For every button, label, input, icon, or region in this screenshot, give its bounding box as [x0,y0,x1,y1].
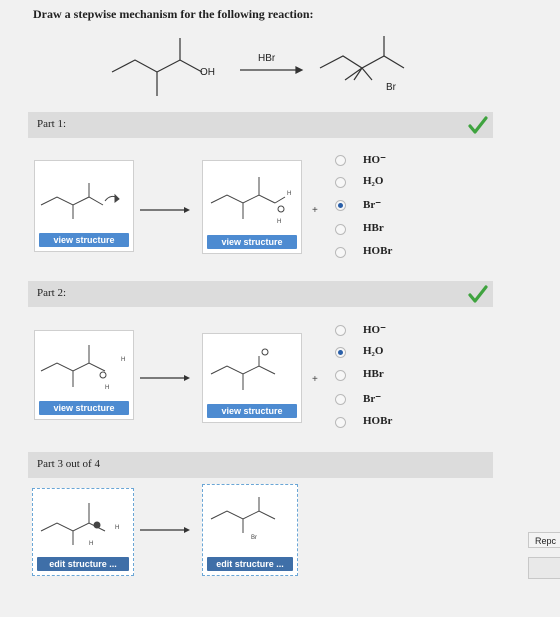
part-1-label: Part 1: [37,118,67,130]
page: Draw a stepwise mechanism for the follow… [0,0,560,617]
radio-button[interactable] [335,394,346,405]
svg-text:H: H [277,219,281,225]
option-h2o[interactable]: H₂O [335,174,415,196]
edit-structure-button[interactable]: edit structure ... [37,557,129,571]
radio-button[interactable] [335,417,346,428]
reactant-oh-label: OH [200,67,215,78]
part-3-structure-1[interactable]: H H edit structure ... [32,488,134,576]
view-structure-button[interactable]: view structure [207,235,297,249]
part-2-header: Part 2: [28,281,493,307]
radio-button[interactable] [335,224,346,235]
radio-button[interactable] [335,370,346,381]
view-structure-button[interactable]: view structure [39,401,129,415]
structure-drawing: H H [40,345,125,391]
structure-drawing: Br [210,497,276,541]
part-3-header: Part 3 out of 4 [28,452,493,478]
plus-sign: + [312,374,318,385]
part-3-structure-2[interactable]: Br edit structure ... [202,484,298,576]
question-title: Draw a stepwise mechanism for the follow… [33,7,314,21]
view-structure-button[interactable]: view structure [207,404,297,418]
reaction-scheme: OH HBr Br [111,36,405,96]
option-ho[interactable]: HO⁻ [335,322,415,344]
svg-text:H: H [287,191,291,197]
radio-button[interactable] [335,247,346,258]
part-2-structure-1[interactable]: H H view structure [34,330,134,420]
svg-text:Br: Br [251,535,257,541]
check-icon [468,285,488,303]
option-br[interactable]: Br⁻ [335,391,415,413]
radio-button-selected[interactable] [335,200,346,211]
edit-structure-button[interactable]: edit structure ... [207,557,293,571]
check-icon [468,116,488,134]
svg-text:H: H [115,525,119,531]
radio-button-selected[interactable] [335,347,346,358]
structure-drawing [40,183,120,219]
option-h2o[interactable]: H₂O [335,344,415,366]
structure-drawing: H H [40,503,119,547]
structure-drawing: H H [210,177,291,225]
side-panel-button[interactable] [528,557,560,579]
report-button[interactable]: Repc [528,532,560,548]
radio-button[interactable] [335,325,346,336]
option-hobr[interactable]: HOBr [335,414,415,436]
option-br[interactable]: Br⁻ [335,197,415,219]
part-1-structure-1[interactable]: view structure [34,160,134,252]
view-structure-button[interactable]: view structure [39,233,129,247]
option-hobr[interactable]: HOBr [335,244,415,266]
option-hbr[interactable]: HBr [335,367,415,389]
radio-button[interactable] [335,155,346,166]
part-2-structure-2[interactable]: view structure [202,333,302,423]
plus-sign: + [312,205,318,216]
part-1-structure-2[interactable]: H H view structure [202,160,302,254]
part-3-label: Part 3 out of 4 [37,458,100,470]
svg-text:H: H [89,541,93,547]
option-hbr[interactable]: HBr [335,221,415,243]
arrow-icon [140,375,190,381]
svg-text:H: H [105,385,109,391]
product-br-label: Br [386,82,397,93]
reagent-label: HBr [258,53,276,64]
arrow-icon [140,527,190,533]
option-ho[interactable]: HO⁻ [335,152,415,174]
structure-drawing [210,348,276,390]
radio-button[interactable] [335,177,346,188]
part-2-label: Part 2: [37,287,67,299]
part-1-header: Part 1: [28,112,493,138]
svg-text:H: H [121,357,125,363]
arrow-icon [140,207,190,213]
